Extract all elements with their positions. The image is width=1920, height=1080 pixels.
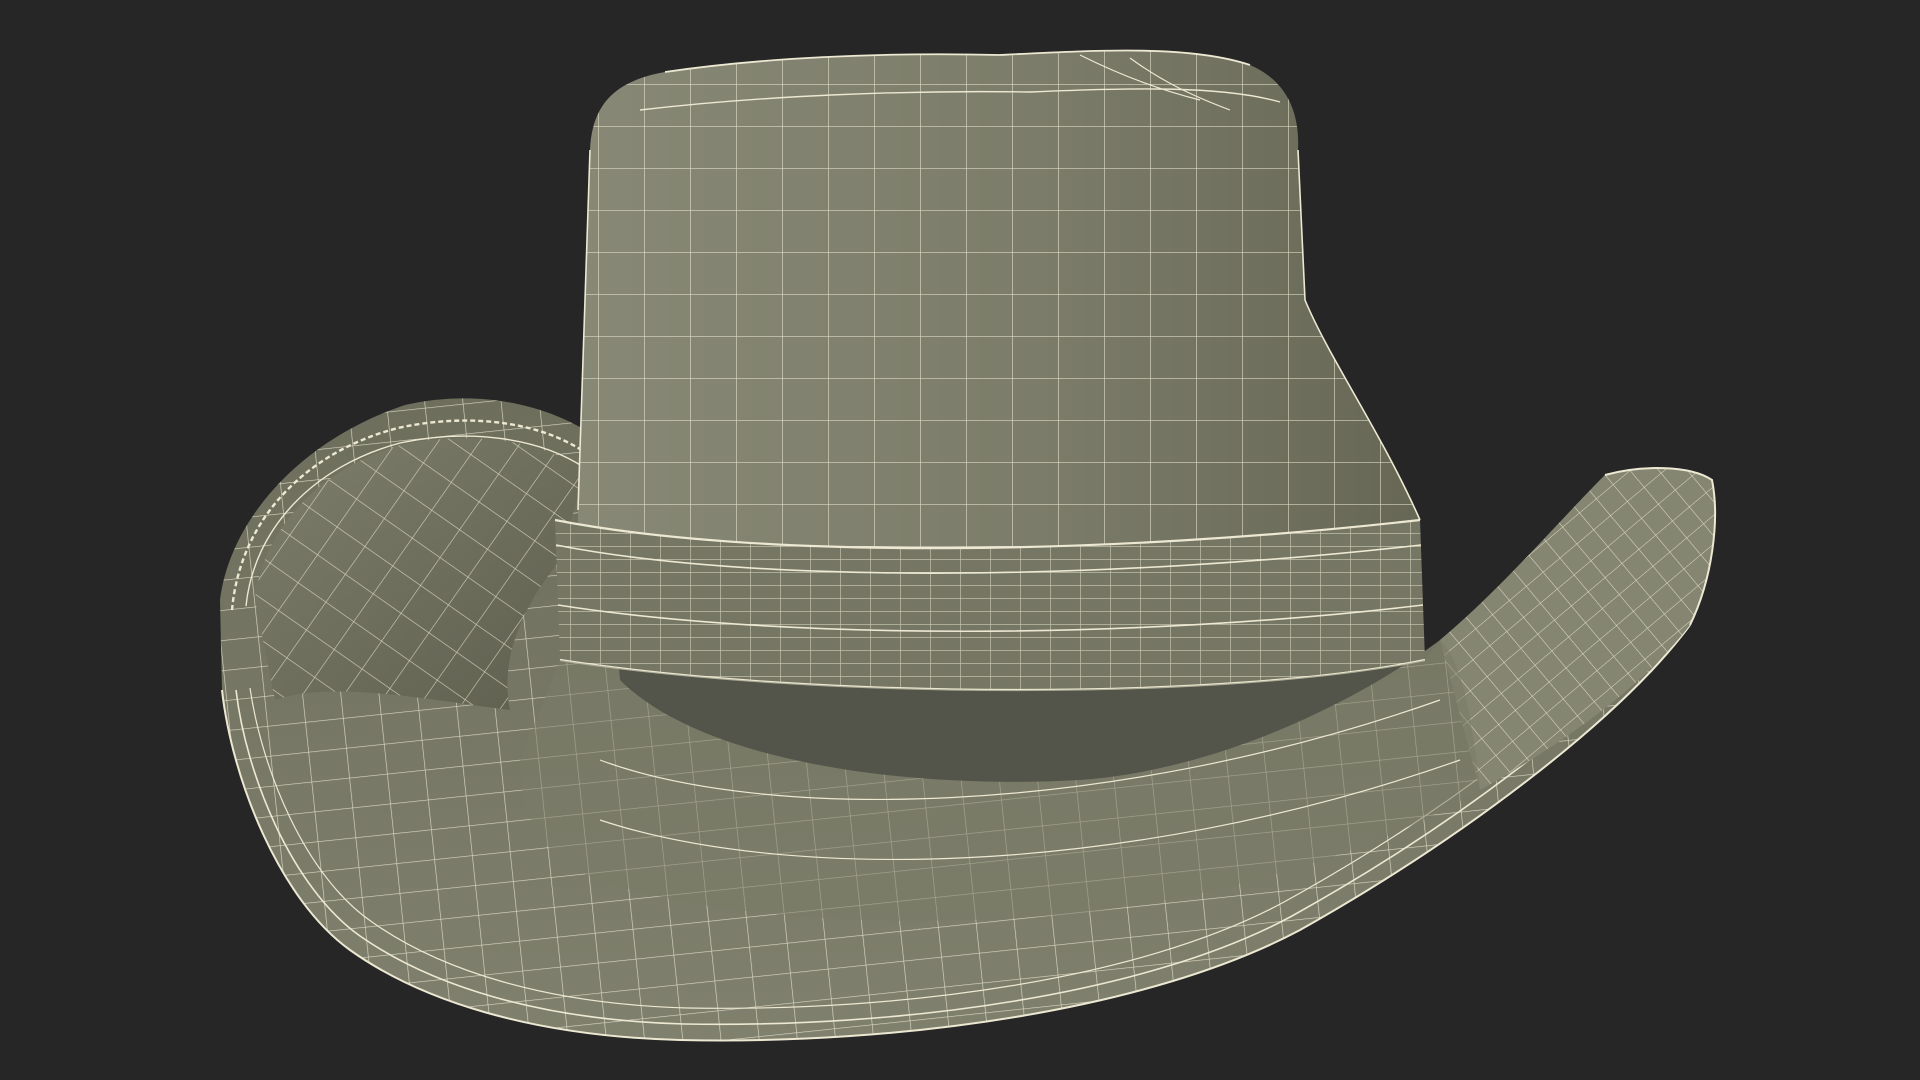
hat-crown <box>577 49 1421 591</box>
render-viewport <box>0 0 1920 1080</box>
hat-render <box>0 0 1920 1080</box>
